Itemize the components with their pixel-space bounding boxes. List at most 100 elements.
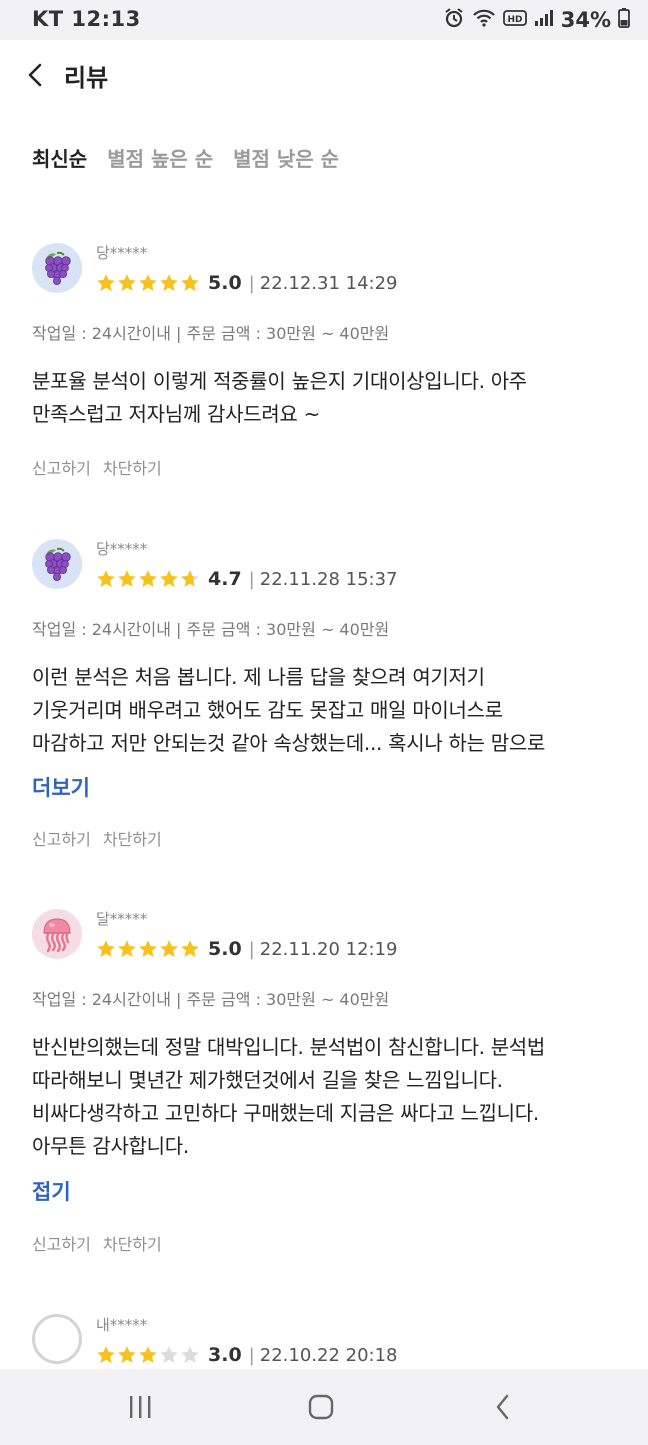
divider: | <box>248 568 255 590</box>
rating-score: 5.0 <box>208 938 242 960</box>
avatar <box>32 243 82 293</box>
block-button[interactable]: 차단하기 <box>103 1231 162 1255</box>
star-icon <box>181 1346 199 1363</box>
order-info: 작업일 : 24시간이내 | 주문 금액 : 30만원 ~ 40만원 <box>32 620 390 639</box>
review-actions: 신고하기 차단하기 <box>32 1231 162 1255</box>
report-button[interactable]: 신고하기 <box>32 455 91 479</box>
star-icon <box>181 274 199 291</box>
rating-row: 5.0 | 22.12.31 14:29 <box>96 270 398 296</box>
divider: | <box>248 938 255 960</box>
hd-icon: HD <box>502 9 527 31</box>
review-line: 만족스럽고 저자님께 감사드려요 ~ <box>32 402 321 426</box>
star-icon <box>97 570 115 587</box>
divider: | <box>248 1344 255 1366</box>
status-bar: KT 12:13 HD 34% <box>0 0 648 40</box>
star-icon <box>160 570 178 587</box>
star-icon <box>118 940 136 957</box>
carrier-time: KT 12:13 <box>32 7 141 31</box>
star-icon <box>139 274 157 291</box>
star-rating <box>96 273 200 293</box>
report-button[interactable]: 신고하기 <box>32 1231 91 1255</box>
star-icon <box>118 274 136 291</box>
rating-score: 4.7 <box>208 568 242 590</box>
battery-icon <box>618 8 630 32</box>
jellyfish-icon <box>43 918 71 953</box>
battery-percent: 34% <box>560 8 611 32</box>
review-date: 22.11.20 12:19 <box>259 938 398 960</box>
avatar <box>32 1314 82 1364</box>
tab-latest[interactable]: 최신순 <box>32 143 87 172</box>
rating-row: 4.7 | 22.11.28 15:37 <box>96 566 398 592</box>
star-icon <box>160 940 178 957</box>
more-button[interactable]: 더보기 <box>32 772 90 802</box>
avatar <box>32 539 82 589</box>
tab-rating-low[interactable]: 별점 낮은 순 <box>233 143 339 172</box>
block-button[interactable]: 차단하기 <box>103 826 162 850</box>
collapse-button[interactable]: 접기 <box>32 1176 71 1206</box>
signal-icon <box>534 9 554 31</box>
header: 리뷰 <box>0 40 648 110</box>
review-text: 이런 분석은 처음 봅니다. 제 나름 답을 찾으려 여기저기 기웃거리며 배우… <box>32 661 622 760</box>
star-icon <box>97 1346 115 1363</box>
star-icon <box>118 570 136 587</box>
svg-text:HD: HD <box>507 15 522 25</box>
star-icon <box>160 1346 178 1363</box>
star-icon <box>118 1346 136 1363</box>
star-icon <box>139 1346 157 1363</box>
report-button[interactable]: 신고하기 <box>32 826 91 850</box>
review-line: 따라해보니 몇년간 제가했던것에서 길을 찾은 느낌입니다. <box>32 1068 503 1092</box>
chevron-left-icon <box>28 63 42 87</box>
block-button[interactable]: 차단하기 <box>103 455 162 479</box>
rating-score: 5.0 <box>208 272 242 294</box>
recent-apps-button[interactable] <box>120 1391 160 1423</box>
default-avatar-icon <box>37 1319 77 1359</box>
star-rating <box>96 939 200 959</box>
review-line: 기웃거리며 배우려고 했어도 감도 못잡고 매일 마이너스로 <box>32 698 503 722</box>
star-icon <box>160 274 178 291</box>
review-line: 아무튼 감사합니다. <box>32 1134 189 1158</box>
rating-row: 5.0 | 22.11.20 12:19 <box>96 936 398 962</box>
divider: | <box>248 272 255 294</box>
star-icon <box>181 940 199 957</box>
order-info: 작업일 : 24시간이내 | 주문 금액 : 30만원 ~ 40만원 <box>32 990 390 1009</box>
review-date: 22.12.31 14:29 <box>259 272 398 294</box>
page-title: 리뷰 <box>64 64 109 92</box>
recent-apps-icon <box>130 1396 151 1418</box>
order-info: 작업일 : 24시간이내 | 주문 금액 : 30만원 ~ 40만원 <box>32 324 390 343</box>
grape-icon <box>45 251 71 285</box>
back-icon <box>496 1394 509 1420</box>
home-button[interactable] <box>301 1391 341 1423</box>
star-icon <box>139 570 157 587</box>
star-icon <box>139 940 157 957</box>
star-rating <box>96 569 200 589</box>
wifi-icon <box>472 8 496 32</box>
review-line: 이런 분석은 처음 봅니다. 제 나름 답을 찾으려 여기저기 <box>32 665 485 689</box>
review-line: 분포율 분석이 이렇게 적중률이 높은지 기대이상입니다. 아주 <box>32 369 527 393</box>
review-text: 반신반의했는데 정말 대박입니다. 분석법이 참신합니다. 분석법 따라해보니 … <box>32 1031 622 1163</box>
review-line: 비싸다생각하고 고민하다 구매했는데 지금은 싸다고 느낍니다. <box>32 1101 539 1125</box>
tab-rating-high[interactable]: 별점 높은 순 <box>107 143 213 172</box>
star-icon <box>97 940 115 957</box>
reviewer-nickname: 당***** <box>96 244 148 262</box>
alarm-icon <box>443 7 465 33</box>
review-line: 반신반의했는데 정말 대박입니다. 분석법이 참신합니다. 분석법 <box>32 1035 546 1059</box>
star-icon <box>97 274 115 291</box>
navigation-bar <box>0 1369 648 1445</box>
back-button[interactable] <box>18 58 52 92</box>
nav-back-button[interactable] <box>483 1391 523 1423</box>
review-date: 22.10.22 20:18 <box>259 1344 398 1366</box>
star-icon <box>181 570 199 587</box>
review-text: 분포율 분석이 이렇게 적중률이 높은지 기대이상입니다. 아주 만족스럽고 저… <box>32 365 622 431</box>
rating-score: 3.0 <box>208 1344 242 1366</box>
review-actions: 신고하기 차단하기 <box>32 455 162 479</box>
review-line: 마감하고 저만 안되는것 같아 속상했는데... 혹시나 하는 맘으로 <box>32 731 546 755</box>
review-actions: 신고하기 차단하기 <box>32 826 162 850</box>
rating-row: 3.0 | 22.10.22 20:18 <box>96 1342 398 1368</box>
sort-tabs: 최신순 별점 높은 순 별점 낮은 순 <box>32 143 339 172</box>
avatar <box>32 909 82 959</box>
home-icon <box>308 1394 334 1420</box>
reviewer-nickname: 내***** <box>96 1316 148 1334</box>
star-rating <box>96 1345 200 1365</box>
grape-icon <box>45 547 71 581</box>
review-date: 22.11.28 15:37 <box>259 568 398 590</box>
